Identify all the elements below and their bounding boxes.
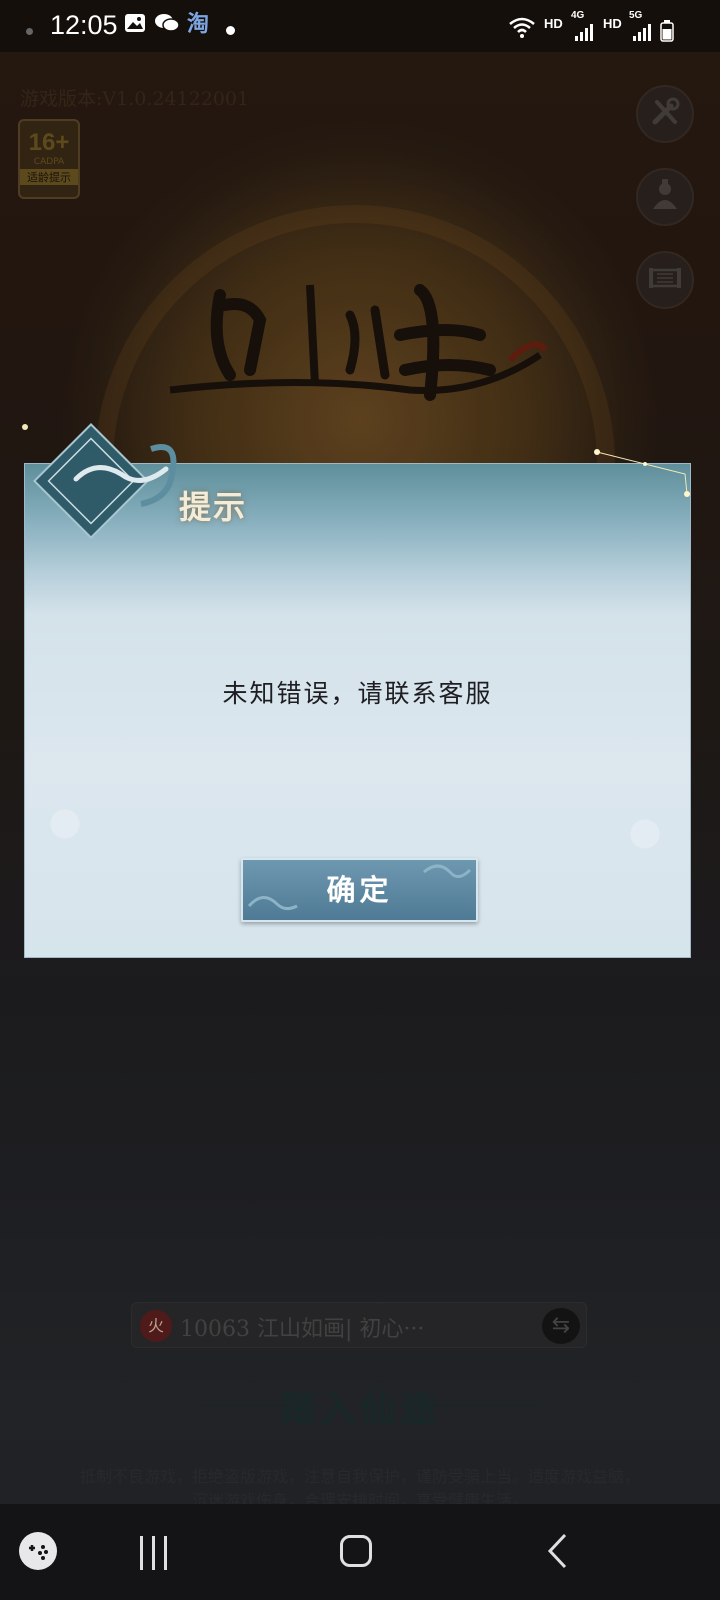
wechat-icon <box>154 12 180 41</box>
dialog-emblem-icon <box>22 423 177 539</box>
taobao-icon: 淘 <box>187 12 210 37</box>
network-hd-label-2: HD <box>603 16 622 31</box>
dialog-title: 提示 <box>179 488 248 526</box>
wifi-icon <box>508 16 536 47</box>
status-dot <box>26 28 33 35</box>
constellation-icon <box>594 449 690 497</box>
button-swirl-right-icon <box>423 864 472 878</box>
status-time: 12:05 <box>50 10 118 40</box>
signal-icon-2 <box>632 22 652 49</box>
dialog-message: 未知错误，请联系客服 <box>222 679 493 708</box>
notification-dot-icon <box>226 26 235 35</box>
game-launcher-icon[interactable] <box>19 1532 57 1570</box>
battery-icon <box>660 20 674 49</box>
network-5g-label: 5G <box>629 10 643 21</box>
confirm-button-label: 确定 <box>326 873 393 907</box>
network-4g-label: 4G <box>571 10 585 21</box>
status-bar: 12:05 淘 HD 4G HD 5G <box>0 0 720 52</box>
button-swirl-left-icon <box>247 896 298 911</box>
network-hd-label: HD <box>544 16 563 31</box>
image-icon <box>124 12 146 41</box>
back-icon[interactable] <box>545 1532 569 1574</box>
recent-apps-icon[interactable] <box>140 1536 176 1570</box>
signal-icon <box>574 22 594 49</box>
confirm-button[interactable]: 确定 <box>241 858 478 922</box>
error-dialog: 提示 未知错误，请联系客服 确定 <box>22 423 691 958</box>
home-icon[interactable] <box>340 1535 372 1567</box>
